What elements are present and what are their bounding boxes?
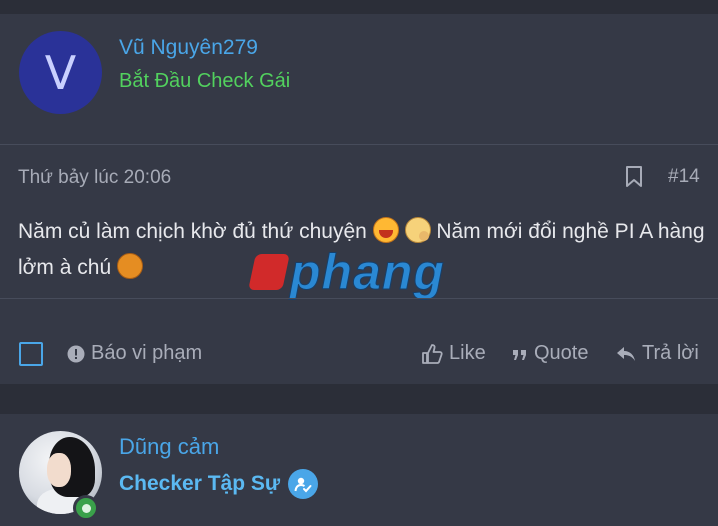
thumbs-up-icon <box>421 343 443 365</box>
quote-label: Quote <box>534 342 589 364</box>
username[interactable]: Dũng cảm <box>119 434 219 460</box>
post-actions: Báo vi phạm Like Quote Trả lời <box>0 326 718 386</box>
report-button[interactable]: Báo vi phạm <box>67 342 202 365</box>
avatar[interactable]: V <box>19 31 102 114</box>
reply-button[interactable]: Trả lời <box>616 342 699 365</box>
user-title: Bắt Đầu Check Gái <box>119 70 291 92</box>
like-button[interactable]: Like <box>421 342 486 365</box>
message-text-1: Năm củ làm chịch khờ đủ thứ chuyện <box>18 220 373 243</box>
bookmark-icon[interactable] <box>625 166 643 188</box>
laughing-emoji-icon <box>116 253 143 279</box>
exclamation-circle-icon <box>67 345 85 363</box>
divider <box>0 144 718 145</box>
post-number-link[interactable]: #14 <box>668 166 700 188</box>
post-card: V Vũ Nguyên279 Bắt Đầu Check Gái Thứ bảy… <box>0 14 718 384</box>
post-card: Dũng cảm Checker Tập Sự <box>0 414 718 526</box>
quote-button[interactable]: Quote <box>512 342 588 365</box>
reply-arrow-icon <box>616 345 636 363</box>
thinking-emoji-icon <box>404 217 431 243</box>
watermark-logo: phang <box>248 242 445 302</box>
username[interactable]: Vũ Nguyên279 <box>119 36 258 60</box>
report-label: Báo vi phạm <box>91 342 203 364</box>
online-status-icon <box>73 495 99 521</box>
reply-label: Trả lời <box>642 342 699 364</box>
verified-badge-icon <box>288 469 319 499</box>
avatar-face <box>47 453 71 487</box>
user-info: V Vũ Nguyên279 Bắt Đầu Check Gái <box>0 14 718 144</box>
divider <box>0 298 718 299</box>
page: V Vũ Nguyên279 Bắt Đầu Check Gái Thứ bảy… <box>0 0 718 526</box>
user-title-row: Checker Tập Sự <box>119 469 319 499</box>
like-label: Like <box>449 342 486 364</box>
quote-icon <box>512 347 528 361</box>
laughing-emoji-icon <box>372 217 399 243</box>
select-checkbox[interactable] <box>19 342 43 366</box>
user-title: Checker Tập Sự <box>119 472 281 495</box>
watermark-badge-icon <box>248 254 290 290</box>
watermark-text: phang <box>290 244 445 301</box>
post-date[interactable]: Thứ bảy lúc 20:06 <box>18 167 171 189</box>
